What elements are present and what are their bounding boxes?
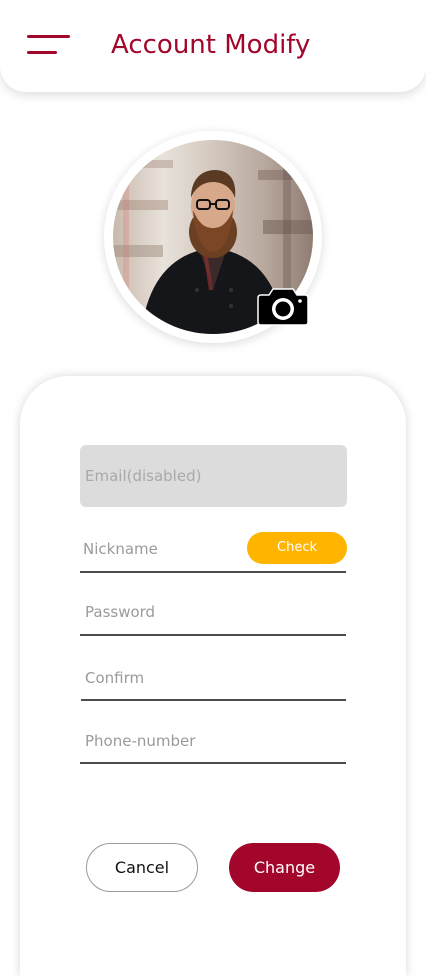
email-field: Email(disabled)	[80, 445, 347, 507]
password-placeholder: Password	[85, 603, 156, 621]
app-header: Account Modify	[0, 0, 426, 92]
password-input[interactable]: Password	[80, 595, 346, 633]
phone-underline	[80, 762, 346, 764]
confirm-underline	[81, 699, 346, 701]
nickname-placeholder: Nickname	[83, 540, 158, 558]
hamburger-menu-icon[interactable]	[27, 35, 71, 57]
phone-placeholder: Phone-number	[85, 732, 196, 750]
page-title: Account Modify	[111, 30, 311, 60]
cancel-button[interactable]: Cancel	[86, 843, 198, 892]
camera-icon[interactable]	[257, 286, 309, 326]
confirm-placeholder: Confirm	[85, 669, 145, 687]
change-button[interactable]: Change	[229, 843, 340, 892]
check-nickname-button[interactable]: Check	[247, 532, 347, 564]
nickname-input[interactable]: Nickname	[80, 532, 240, 570]
password-underline	[80, 634, 346, 636]
confirm-password-input[interactable]: Confirm	[80, 661, 346, 699]
nickname-underline	[80, 571, 346, 573]
phone-number-input[interactable]: Phone-number	[80, 724, 346, 762]
